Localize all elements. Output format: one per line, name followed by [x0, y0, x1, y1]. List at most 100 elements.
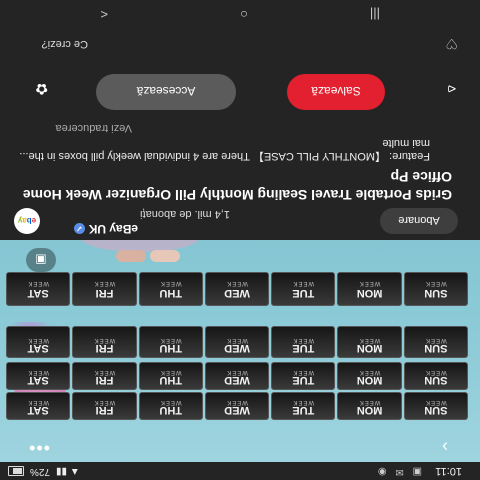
pill-box-week-label: WEEK: [226, 337, 248, 343]
pill-box: TUE WEEK: [271, 392, 336, 420]
pill-box: WED WEEK: [204, 272, 270, 306]
pill-box: WED WEEK: [204, 326, 270, 358]
home-button[interactable]: ○: [240, 7, 248, 22]
pill-box: THU WEEK: [138, 392, 203, 420]
pill-box-day: SAT: [27, 342, 49, 354]
lens-icon[interactable]: ▣: [26, 248, 56, 272]
pill-box-day: SAT: [27, 287, 49, 299]
pill-box-day: THU: [159, 374, 183, 386]
pill-box-day: WED: [224, 404, 250, 416]
recents-button[interactable]: |||: [370, 7, 380, 22]
pill-box-week-label: WEEK: [93, 280, 116, 286]
pill-box-day: SAT: [27, 404, 49, 416]
avatar-letter: y: [17, 216, 23, 226]
pill-box-week-label: WEEK: [27, 337, 50, 343]
avatar-letter: e: [31, 216, 37, 226]
translate-link[interactable]: Vezi traducerea: [56, 122, 132, 134]
pill-box-day: SUN: [424, 287, 448, 299]
heart-icon[interactable]: ♡: [445, 35, 458, 52]
pill-box-week-label: WEEK: [425, 337, 447, 343]
post-title: Grids Portable Travel Sealing Monthly Pi…: [22, 169, 452, 203]
pill-box: SAT WEEK: [6, 326, 71, 358]
pill-box-week-label: WEEK: [358, 280, 381, 286]
pill-box-day: TUE: [292, 287, 315, 299]
action-bar: ⪦ Salvează Accesează ✿: [0, 66, 480, 110]
share-icon[interactable]: ⪦: [448, 81, 456, 98]
back-button[interactable]: <: [100, 7, 108, 22]
pill-box-row: SUN WEEK MON WEEK TUE WEEK WED WEEK THU WEEK FRI WE…: [6, 362, 468, 390]
pill-box-day: SUN: [424, 404, 448, 416]
pill-box-week-label: WEEK: [425, 399, 447, 405]
verified-icon: ✓: [73, 222, 85, 234]
pill-box-day: FRI: [95, 342, 114, 354]
pill-box-week-label: WEEK: [159, 399, 182, 405]
pill-box: SUN WEEK: [403, 362, 468, 390]
more-icon[interactable]: •••: [28, 437, 50, 458]
access-button[interactable]: Accesează: [96, 74, 236, 110]
pill-box: THU WEEK: [138, 362, 203, 390]
pill-box-day: WED: [224, 342, 250, 354]
pill: [116, 250, 146, 262]
pill-box: FRI WEEK: [72, 272, 137, 306]
battery-percent: 72%: [30, 466, 51, 477]
pill-box-day: TUE: [292, 374, 315, 386]
pin-icon[interactable]: ✿: [35, 80, 48, 98]
pill-box-week-label: WEEK: [93, 399, 116, 405]
pill-box: SAT WEEK: [6, 362, 71, 390]
pill-box: SAT WEEK: [6, 392, 71, 420]
pill-box: SUN WEEK: [403, 326, 468, 358]
pill-box-week-label: WEEK: [159, 337, 182, 343]
pill-box: WED WEEK: [204, 362, 270, 390]
pill-box-day: FRI: [95, 287, 114, 299]
channel-row: ebay eBay UK✓ 1,4 mil. de abonați Abonar…: [0, 204, 480, 240]
system-nav-bar: ||| ○ <: [0, 0, 480, 26]
pill: [150, 250, 180, 262]
pill-box-week-label: WEEK: [358, 399, 381, 405]
pill-box: TUE WEEK: [271, 362, 336, 390]
pill-box-day: MON: [356, 374, 383, 386]
channel-avatar[interactable]: ebay: [14, 208, 40, 234]
pill-box-day: TUE: [292, 404, 315, 416]
pill-box-week-label: WEEK: [292, 337, 315, 343]
pill-box-day: MON: [356, 287, 383, 299]
pill-box-week-label: WEEK: [358, 337, 381, 343]
pill-box-day: THU: [159, 404, 183, 416]
pill-box-day: WED: [224, 287, 250, 299]
pill-box-row: SUN WEEK MON WEEK TUE WEEK WED WEEK THU WEEK FRI WE…: [6, 326, 468, 358]
battery-icon: [8, 466, 24, 477]
pill-box: TUE WEEK: [271, 326, 336, 358]
subscribe-button[interactable]: Abonare: [380, 208, 458, 234]
pill-box-week-label: WEEK: [292, 399, 315, 405]
screen: 10:11 ▣ ✉ ◉ ▲ ▮▮ 72% › ••• ▣ SUN WEEK MON W…: [0, 0, 480, 480]
pill-box: FRI WEEK: [72, 326, 137, 358]
pill-box-week-label: WEEK: [159, 280, 182, 286]
pill-box-week-label: WEEK: [226, 399, 248, 405]
pill-box: FRI WEEK: [72, 392, 137, 420]
channel-name[interactable]: eBay UK✓: [73, 222, 138, 236]
pill-box: TUE WEEK: [271, 272, 336, 306]
pill-box-day: FRI: [95, 374, 114, 386]
comment-prompt: Ce crezi?: [41, 38, 88, 50]
pill-box-week-label: WEEK: [425, 369, 447, 375]
product-image[interactable]: › ••• ▣ SUN WEEK MON WEEK TUE WEEK WED WEEK THU W…: [0, 240, 480, 462]
avatar-letter: b: [26, 216, 32, 226]
pill-box-week-label: WEEK: [27, 399, 50, 405]
pill-box-day: SUN: [424, 342, 448, 354]
pill-box-week-label: WEEK: [27, 369, 50, 375]
save-button[interactable]: Salvează: [287, 74, 385, 110]
pill-box-row: SUN WEEK MON WEEK TUE WEEK WED WEEK THU WEEK FRI WE…: [6, 272, 468, 306]
pill-box-day: THU: [159, 342, 183, 354]
pill-box: THU WEEK: [138, 326, 203, 358]
next-icon[interactable]: ›: [430, 434, 460, 460]
pill-box: MON WEEK: [337, 392, 402, 420]
pill-box-week-label: WEEK: [292, 280, 315, 286]
status-right: ▲ ▮▮ 72%: [8, 466, 80, 477]
comment-row[interactable]: Ce crezi? ♡: [0, 32, 480, 54]
avatar-letter: a: [22, 216, 27, 226]
pill-box-day: MON: [356, 342, 383, 354]
post-description[interactable]: Feature: 【MONTHLY PILL CASE】 There are 4…: [10, 136, 430, 162]
pill-box: MON WEEK: [337, 362, 402, 390]
pill-box: SAT WEEK: [6, 272, 71, 306]
pill-box-week-label: WEEK: [358, 369, 381, 375]
pill-box-week-label: WEEK: [425, 280, 447, 286]
